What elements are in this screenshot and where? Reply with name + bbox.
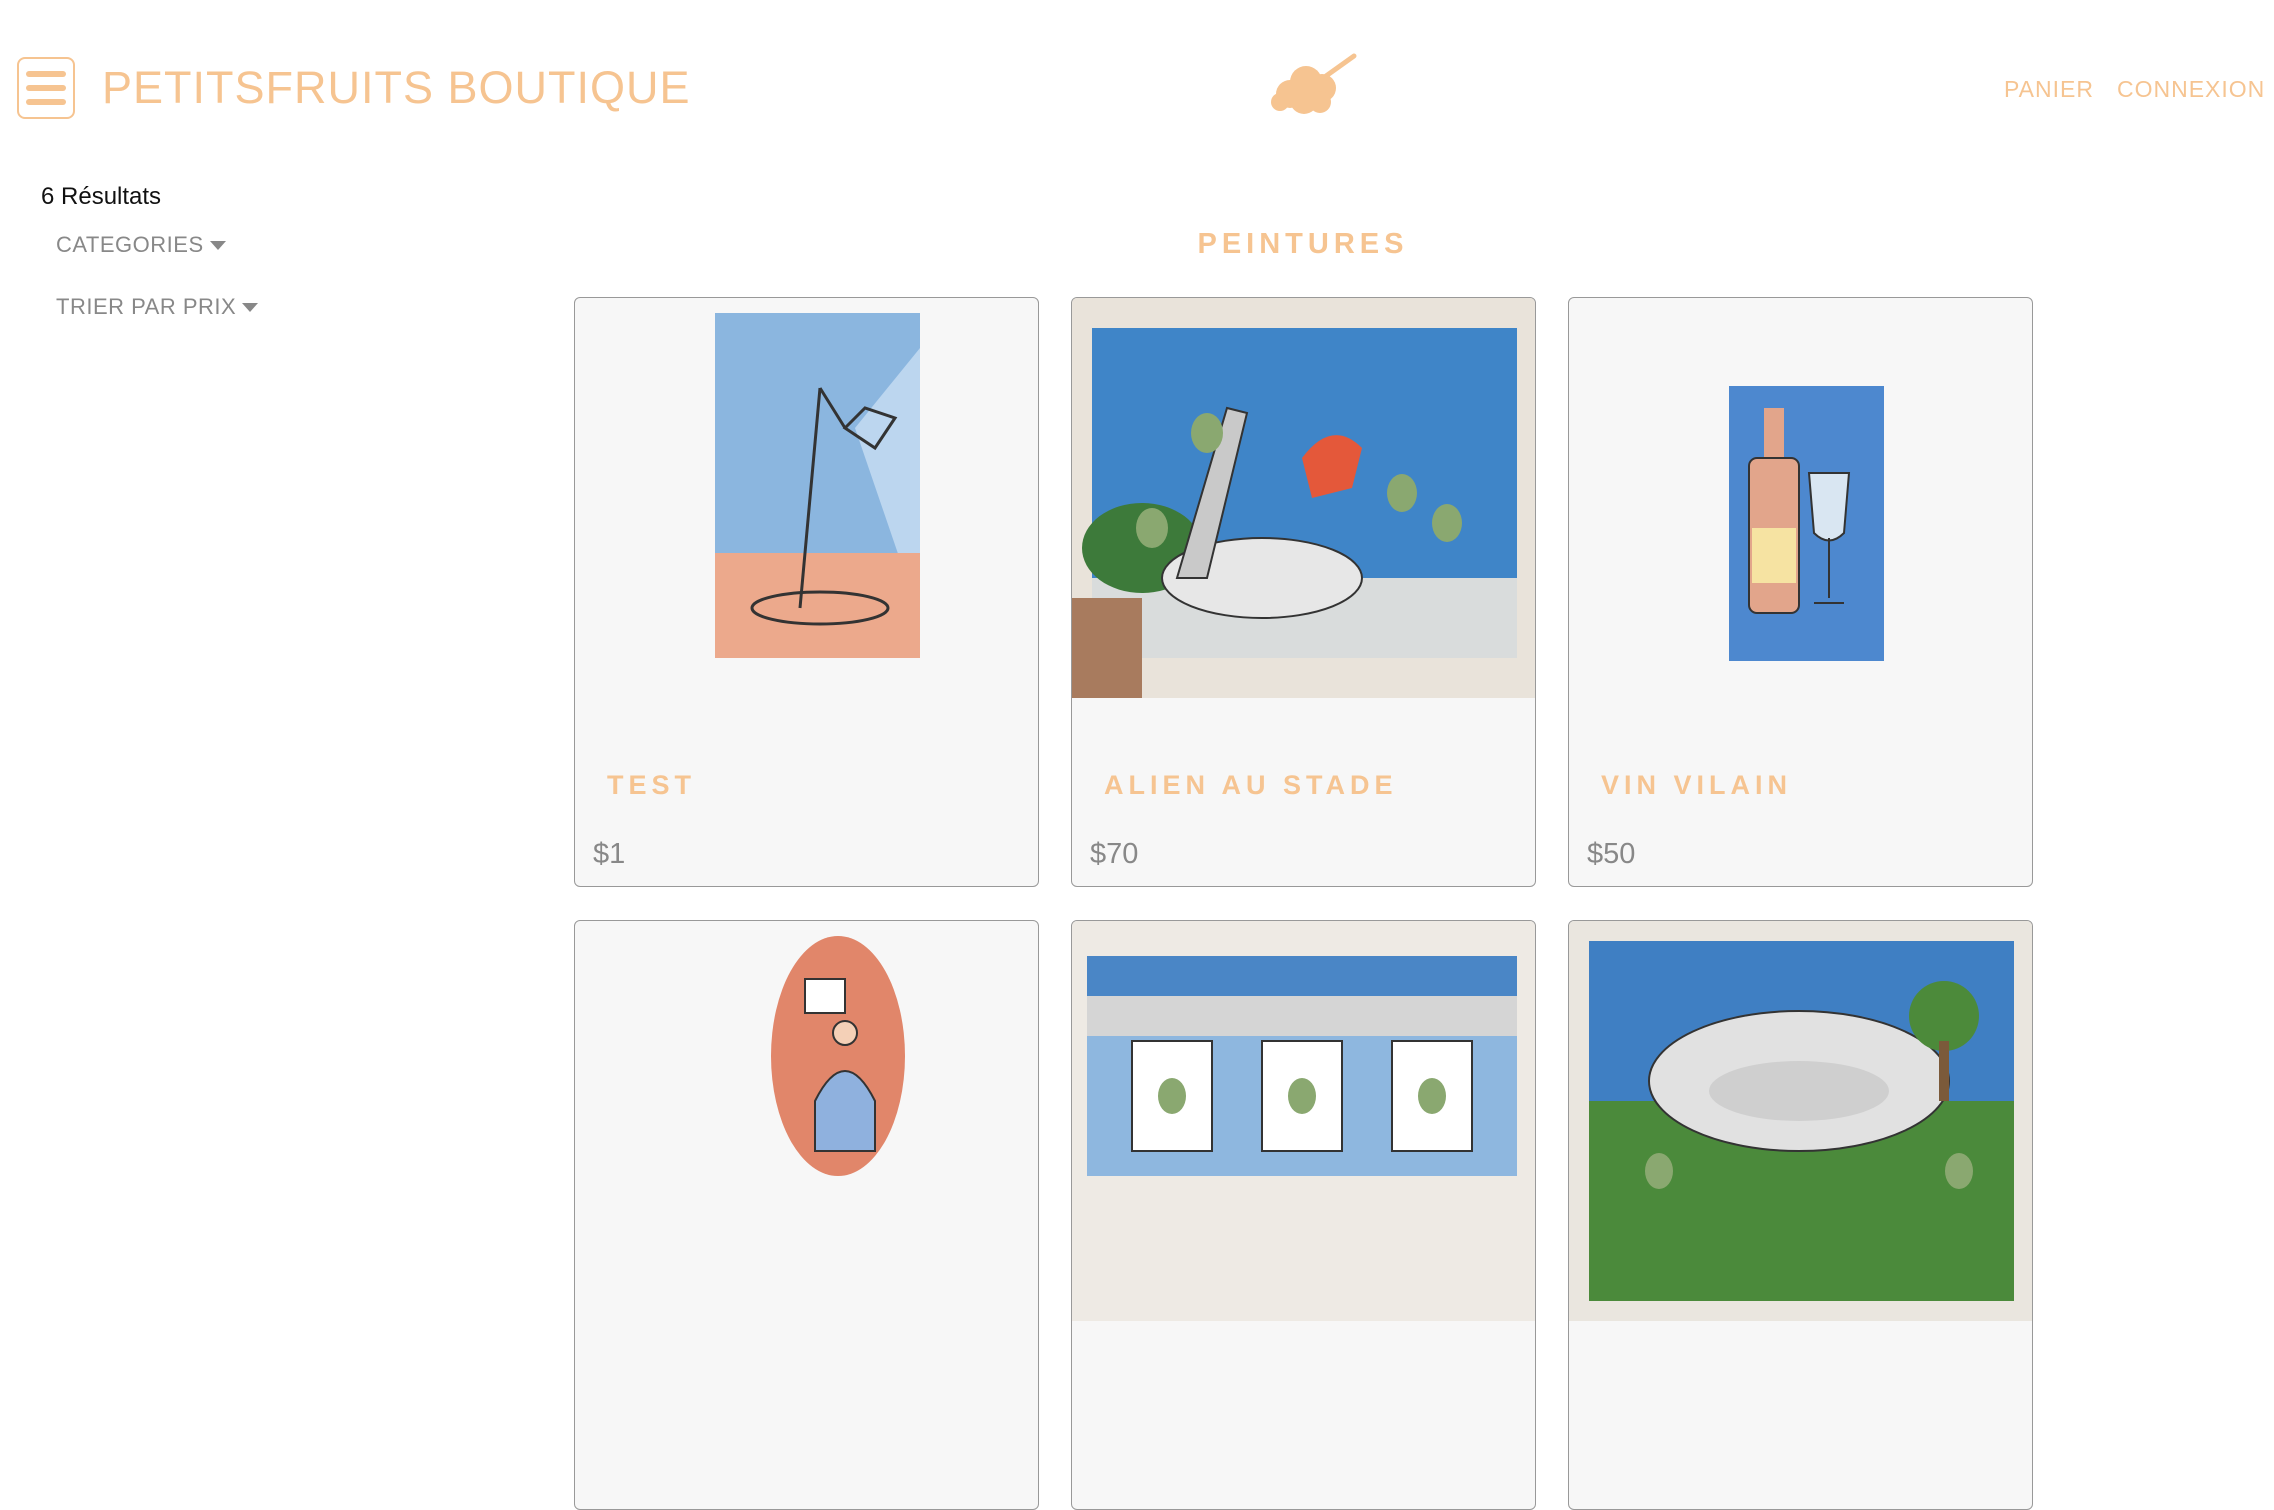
product-title[interactable]: ALIEN AU STADE — [1104, 770, 1398, 801]
sort-price-label: TRIER PAR PRIX — [56, 294, 237, 319]
painting-wine-image[interactable] — [1569, 298, 2032, 698]
painting-woman-image[interactable] — [575, 921, 1038, 1321]
painting-lamp-image[interactable] — [575, 298, 1038, 698]
categories-label: CATEGORIES — [56, 232, 204, 257]
product-card-4[interactable] — [574, 920, 1039, 1510]
painting-stadium-park-image[interactable] — [1569, 921, 2032, 1321]
hamburger-menu-icon[interactable] — [17, 57, 75, 119]
caret-down-icon — [209, 240, 226, 250]
product-card-vin-vilain[interactable]: VIN VILAIN $50 — [1568, 297, 2033, 887]
painting-metro-image[interactable] — [1072, 921, 1535, 1321]
login-link[interactable]: CONNEXION — [2117, 76, 2265, 103]
product-price: $1 — [593, 838, 626, 870]
product-card-alien-au-stade[interactable]: ALIEN AU STADE $70 — [1071, 297, 1536, 887]
results-count: 6 Résultats — [41, 183, 162, 210]
berry-logo-icon[interactable] — [1268, 52, 1358, 116]
brand-title[interactable]: PETITSFRUITS BOUTIQUE — [102, 62, 691, 114]
product-card-test[interactable]: TEST $1 — [574, 297, 1039, 887]
site-header: PETITSFRUITS BOUTIQUE PANIER CONNEXION — [0, 0, 2274, 170]
product-price: $50 — [1587, 838, 1636, 870]
painting-alien-stadium-image[interactable] — [1072, 298, 1535, 698]
categories-dropdown[interactable]: CATEGORIES — [56, 232, 226, 258]
product-card-6[interactable] — [1568, 920, 2033, 1510]
product-title[interactable]: VIN VILAIN — [1601, 770, 1792, 801]
product-title[interactable]: TEST — [607, 770, 696, 801]
product-card-5[interactable] — [1071, 920, 1536, 1510]
sort-price-dropdown[interactable]: TRIER PAR PRIX — [56, 294, 259, 320]
cart-link[interactable]: PANIER — [2004, 76, 2094, 103]
section-title: PEINTURES — [1197, 228, 1409, 260]
product-price: $70 — [1090, 838, 1139, 870]
caret-down-icon — [242, 302, 259, 312]
